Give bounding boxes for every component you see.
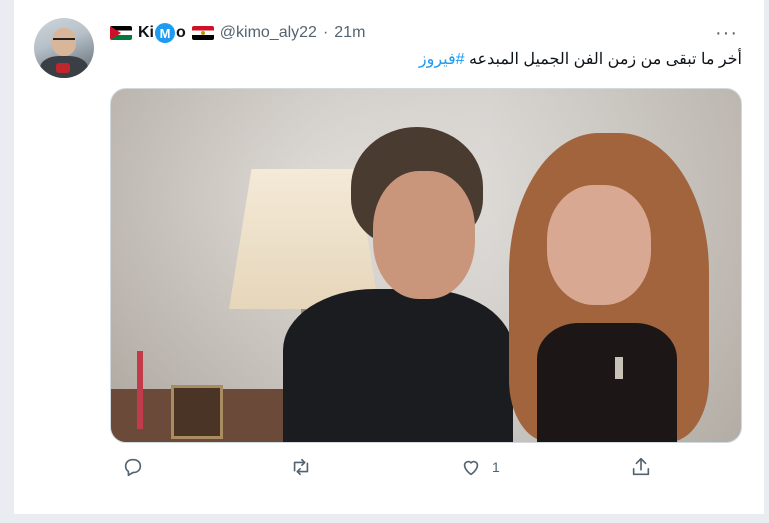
tweet-actions: 1 bbox=[110, 456, 750, 486]
more-options-icon[interactable]: ··· bbox=[715, 22, 738, 45]
tweet-text: أخر ما تبقى من زمن الفن الجميل المبدعه #… bbox=[110, 50, 742, 70]
share-button[interactable] bbox=[630, 456, 652, 478]
photo-picture-frame bbox=[171, 385, 223, 439]
tweet-card[interactable]: Ki M o @kimo_aly22 · 21m ··· أخر ما تبقى… bbox=[13, 0, 765, 515]
hashtag-link[interactable]: #فيروز bbox=[419, 51, 465, 68]
reply-button[interactable] bbox=[122, 456, 144, 478]
photo-person-left-face bbox=[373, 171, 475, 299]
photo-cross-pendant bbox=[615, 357, 623, 379]
tweet-photo[interactable] bbox=[110, 88, 742, 443]
photo-person-right-body bbox=[537, 323, 677, 442]
egypt-flag-icon bbox=[191, 26, 214, 40]
tweet-header: Ki M o @kimo_aly22 · 21m bbox=[110, 22, 365, 44]
retweet-button[interactable] bbox=[290, 456, 312, 478]
heart-icon bbox=[463, 460, 479, 476]
retweet-icon bbox=[293, 458, 309, 476]
avatar-shirt-logo bbox=[56, 63, 70, 73]
photo-candle bbox=[137, 351, 143, 429]
jordan-flag-icon bbox=[110, 26, 132, 40]
like-count: 1 bbox=[492, 459, 500, 475]
share-icon bbox=[632, 457, 650, 476]
photo-person-right-face bbox=[547, 185, 651, 305]
like-button[interactable]: 1 bbox=[460, 456, 500, 478]
timestamp[interactable]: 21m bbox=[334, 24, 365, 42]
tweet-body: أخر ما تبقى من زمن الفن الجميل المبدعه bbox=[468, 51, 742, 68]
reply-icon bbox=[124, 458, 142, 477]
avatar-glasses bbox=[53, 38, 75, 45]
separator-dot: · bbox=[322, 24, 329, 41]
display-name-suffix: o bbox=[176, 24, 186, 41]
photo-person-left-body bbox=[283, 289, 513, 442]
display-name-prefix: Ki bbox=[138, 24, 154, 41]
display-name-badge: M bbox=[155, 23, 175, 43]
display-name[interactable]: Ki M o bbox=[138, 23, 186, 43]
avatar[interactable] bbox=[34, 18, 94, 78]
user-handle[interactable]: @kimo_aly22 bbox=[220, 24, 317, 42]
